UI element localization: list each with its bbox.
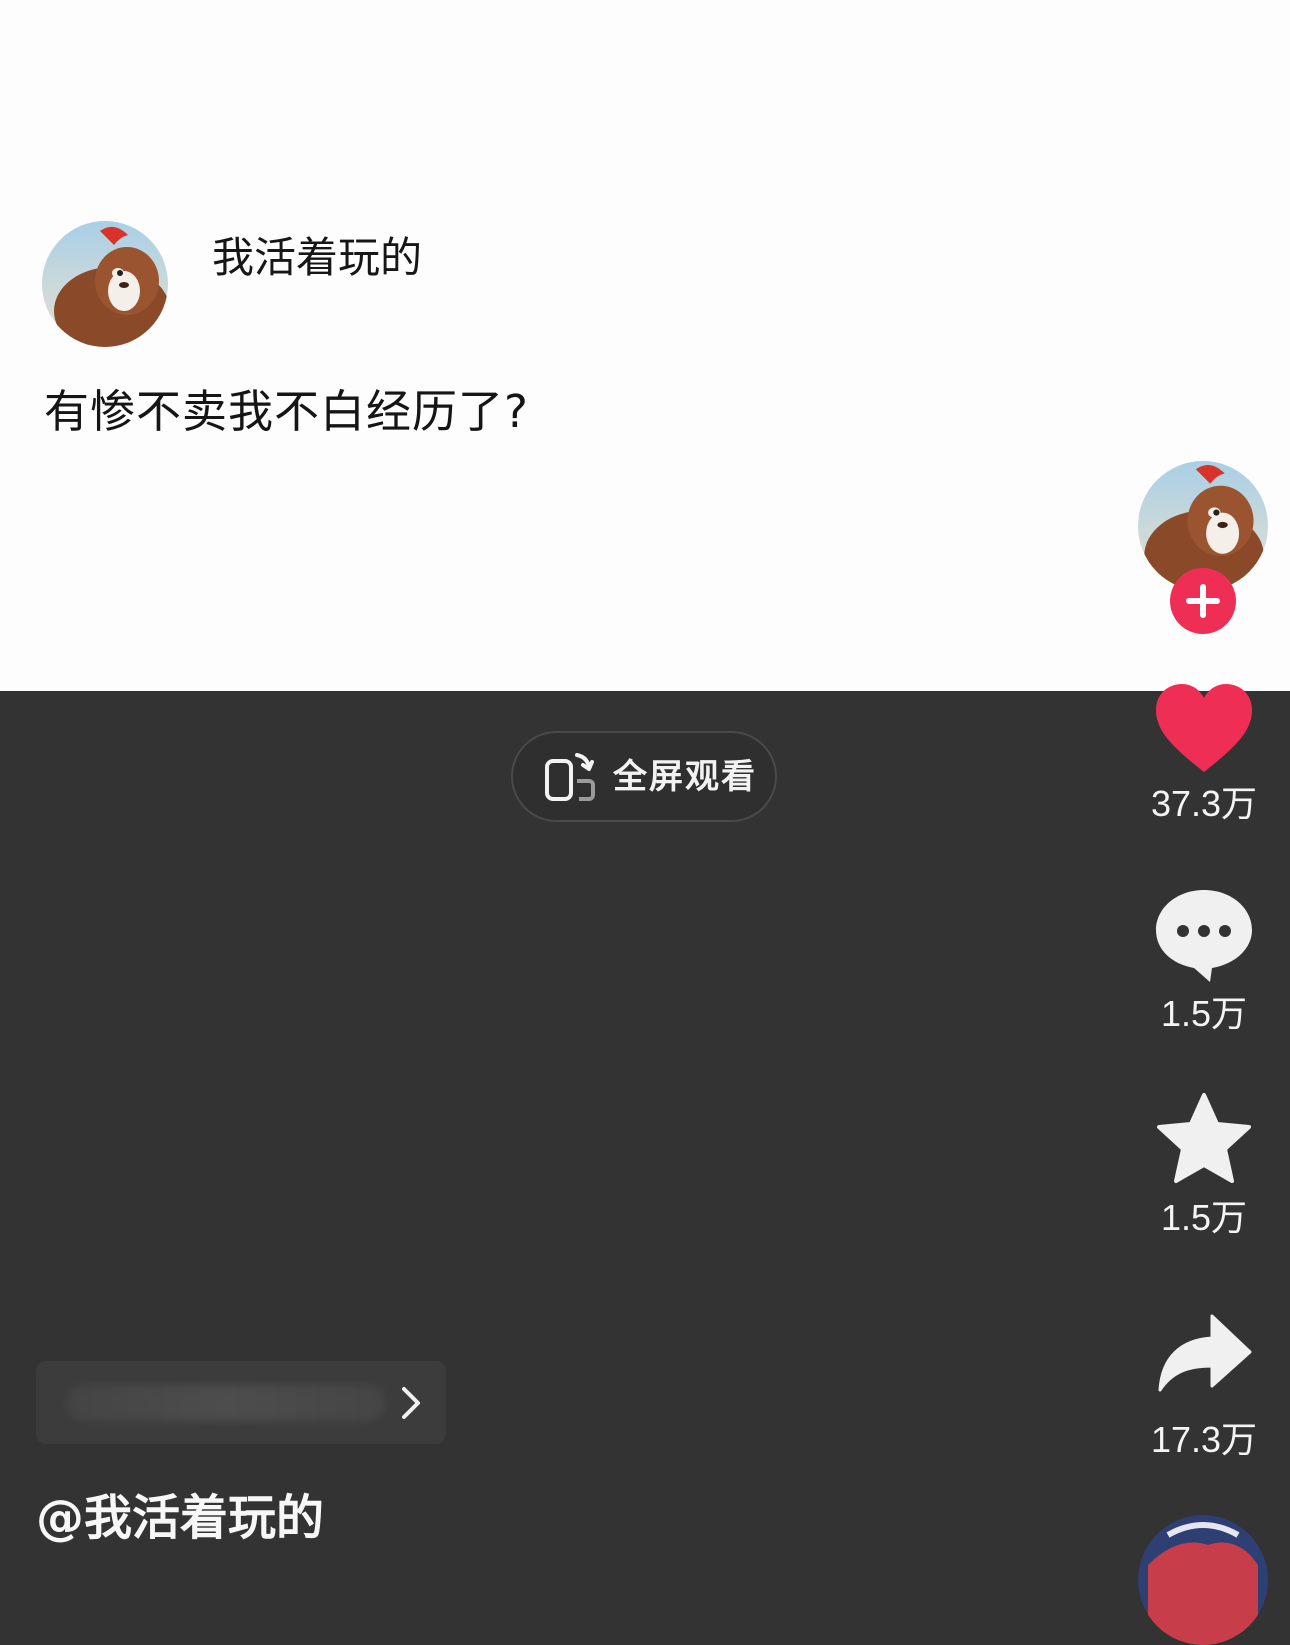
music-disc-avatar[interactable] (1138, 1515, 1268, 1645)
like-action[interactable]: 37.3万 (1140, 682, 1268, 826)
post-text: 有惨不卖我不白经历了? (44, 385, 529, 438)
comment-bubble-icon (1156, 890, 1252, 982)
star-icon (1157, 1093, 1251, 1183)
blurred-text (66, 1385, 386, 1421)
fullscreen-label: 全屏观看 (613, 757, 757, 797)
plus-icon (1186, 584, 1220, 618)
rotate-screen-icon (545, 753, 595, 801)
screenshot-post-card: 我活着玩的 有惨不卖我不白经历了? (0, 0, 1290, 691)
heart-icon (1156, 684, 1252, 772)
like-count: 37.3万 (1150, 783, 1258, 824)
share-action[interactable]: 17.3万 (1140, 1314, 1268, 1462)
bear-avatar-icon (42, 221, 168, 347)
comment-action[interactable]: 1.5万 (1140, 888, 1268, 1036)
favorite-count: 1.5万 (1160, 1197, 1248, 1238)
post-author-avatar[interactable] (42, 221, 168, 347)
music-disc-icon (1138, 1515, 1268, 1645)
author-handle[interactable]: @我活着玩的 (36, 1486, 324, 1550)
chevron-right-icon (402, 1387, 420, 1419)
favorite-action[interactable]: 1.5万 (1140, 1092, 1268, 1240)
follow-button[interactable] (1170, 568, 1236, 634)
related-search-bar[interactable] (36, 1361, 446, 1444)
comment-count: 1.5万 (1160, 993, 1248, 1034)
post-username: 我活着玩的 (212, 233, 423, 282)
share-count: 17.3万 (1150, 1419, 1258, 1460)
share-arrow-icon (1158, 1314, 1252, 1392)
fullscreen-button[interactable]: 全屏观看 (511, 731, 777, 822)
